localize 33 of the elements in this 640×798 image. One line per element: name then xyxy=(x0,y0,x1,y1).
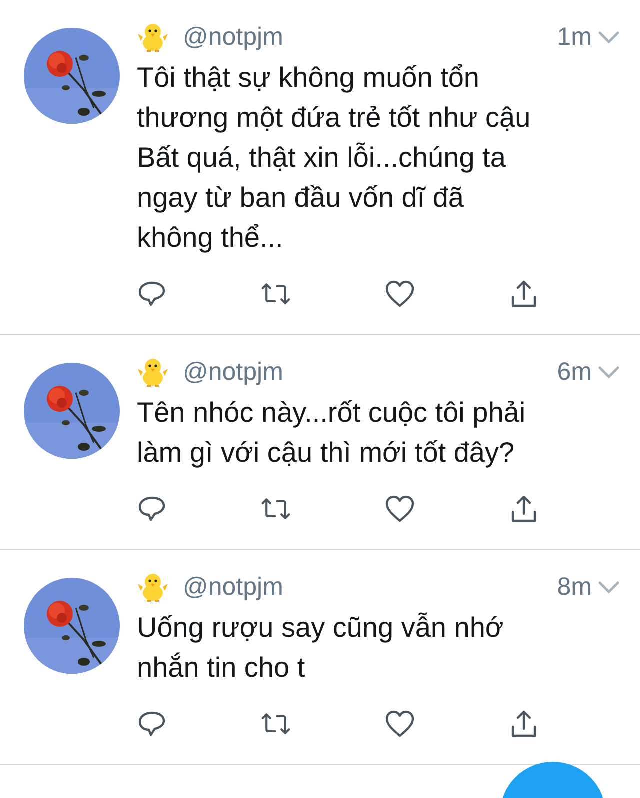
reply-button[interactable] xyxy=(137,279,167,309)
retweet-icon xyxy=(261,711,291,737)
like-button[interactable] xyxy=(385,279,415,309)
share-button[interactable] xyxy=(509,709,539,739)
username[interactable]: @notpjm xyxy=(183,354,284,392)
share-button[interactable] xyxy=(509,279,539,309)
reply-icon xyxy=(138,280,166,308)
chick-icon xyxy=(137,357,169,389)
tweet-text: Tên nhóc này...rốt cuộc tôi phải làm gì với cậu thì mới tốt đây? xyxy=(137,396,527,470)
retweet-icon xyxy=(261,281,291,307)
like-button[interactable] xyxy=(385,709,415,739)
username[interactable]: @notpjm xyxy=(183,569,284,607)
chick-icon xyxy=(137,22,169,54)
share-icon xyxy=(510,709,538,739)
reply-icon xyxy=(138,710,166,738)
timestamp: 8m xyxy=(557,572,592,604)
heart-icon xyxy=(385,280,415,308)
reply-button[interactable] xyxy=(137,709,167,739)
tweet-text: Uống rượu say cũng vẫn nhớ nhắn tin cho t xyxy=(137,611,505,685)
heart-icon xyxy=(385,710,415,738)
timestamp: 6m xyxy=(557,357,592,388)
timestamp: 1m xyxy=(557,22,592,54)
retweet-icon xyxy=(261,496,291,522)
heart-icon xyxy=(385,495,415,523)
reply-button[interactable] xyxy=(137,494,167,524)
tweet-text: Tôi thật sự không muốn tổn thương một đứa trẻ tốt như cậu Bất quá, thật xin lỗi...chúng ta ngay từ ban đầu vốn dĩ đã không thể... xyxy=(137,61,532,255)
share-icon xyxy=(510,279,538,309)
username[interactable]: @notpjm xyxy=(183,19,284,57)
chick-icon xyxy=(137,572,169,604)
like-button[interactable] xyxy=(385,494,415,524)
share-button[interactable] xyxy=(509,494,539,524)
reply-icon xyxy=(138,495,166,523)
share-icon xyxy=(510,494,538,524)
